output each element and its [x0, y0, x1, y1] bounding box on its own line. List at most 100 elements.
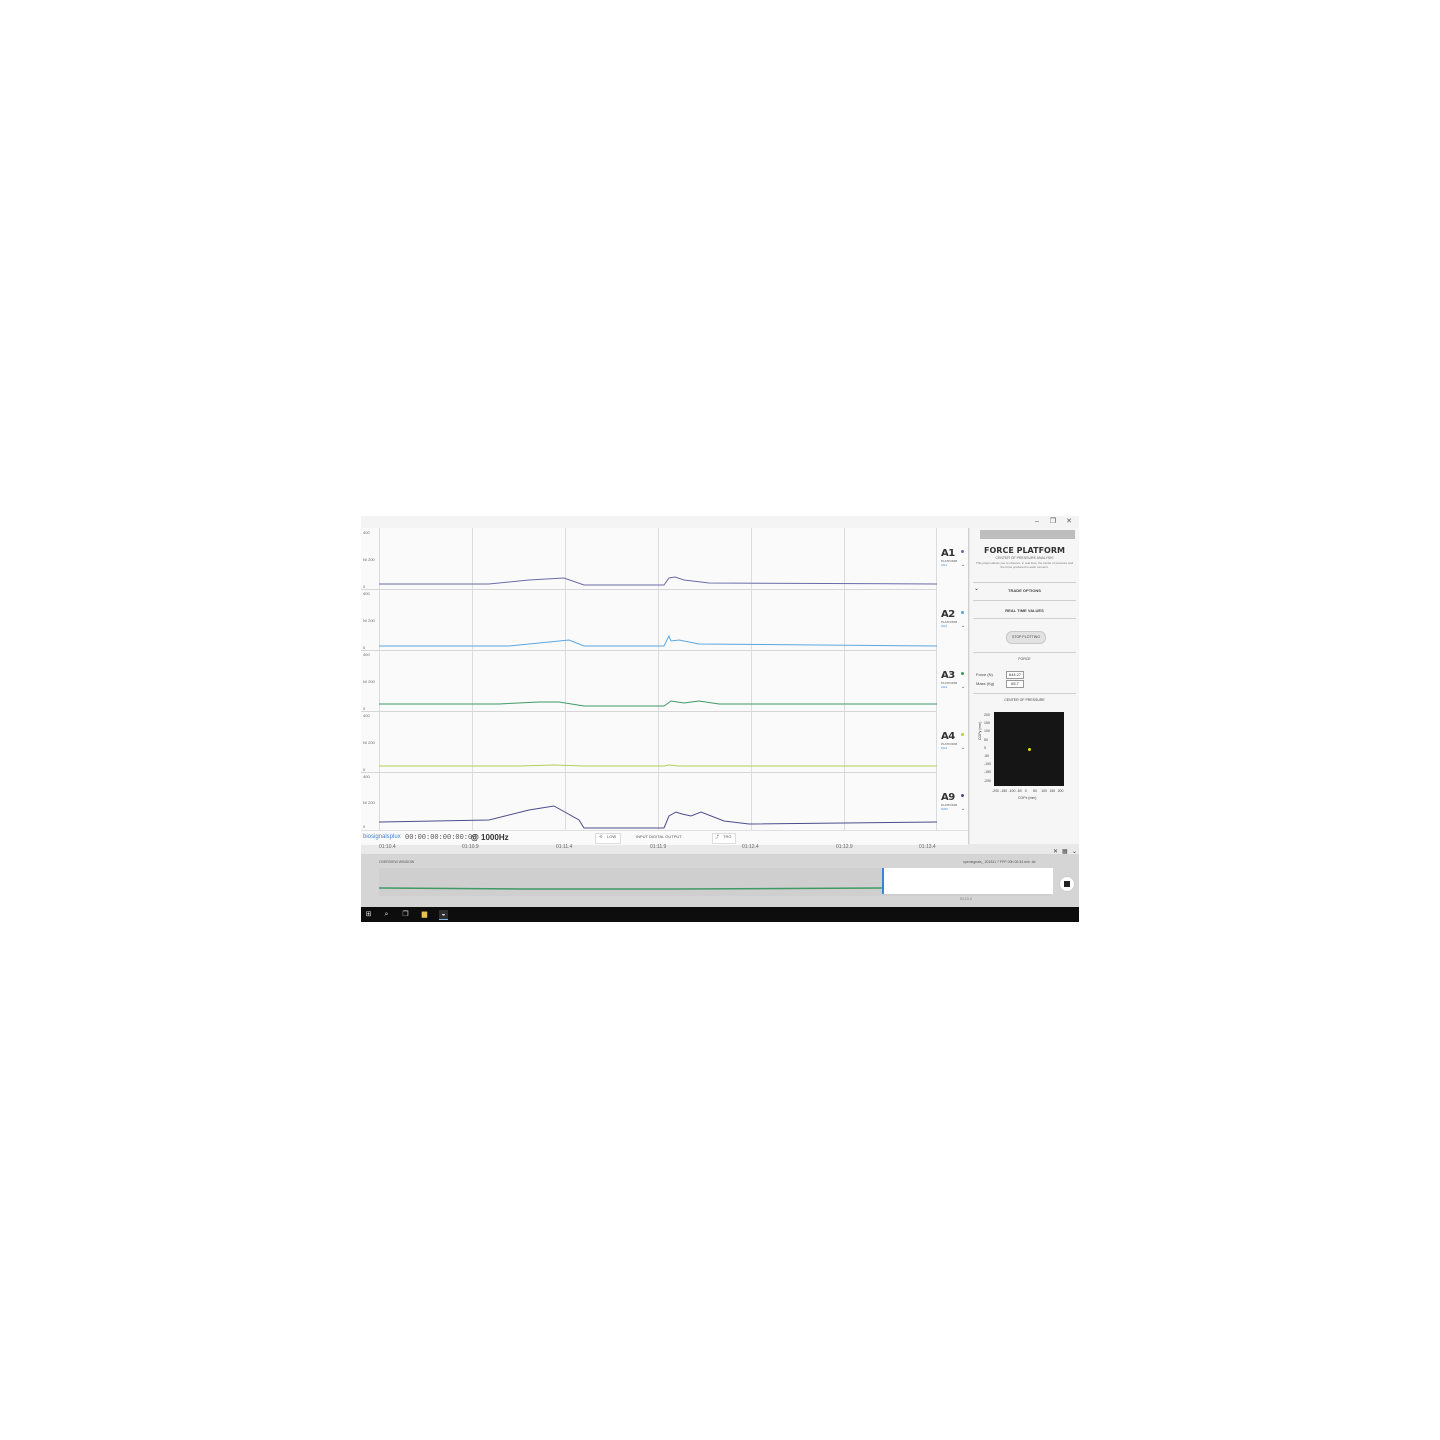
cop-y-axis-label: COPy (mm) [978, 721, 982, 740]
channel-a2-trace [379, 634, 938, 647]
y-label-max: 400 [363, 530, 370, 535]
windows-icon[interactable]: ⊞ [364, 910, 373, 919]
app-logo: biosignalsplux [363, 834, 401, 840]
loop-icon: ⟲ [599, 834, 603, 839]
cop-y-tick: -200 [984, 778, 992, 783]
time-tick: 01:13.4 [919, 844, 936, 850]
cop-point [1027, 747, 1031, 751]
time-tick: 01:10.4 [379, 844, 396, 850]
force-label: Force (N) [976, 672, 993, 677]
y-label-zero: 0 [363, 824, 366, 829]
trade-options-toggle[interactable]: TRADE OPTIONS [970, 588, 1079, 593]
recording-clock: 00:00:00:00:00:00 [405, 834, 477, 842]
overview-window[interactable]: ✕ ▦ ⌄ OVERVIEW WINDOW opensignals_ 20181… [361, 849, 1079, 907]
app-window: – ❐ ✕ 400 N/ 200 0 A1 PLATFORM CH1 ⌄ 400… [361, 516, 1079, 922]
cop-y-tick: -100 [984, 762, 992, 767]
record-stop-button[interactable] [1059, 876, 1075, 892]
panel-subtitle: CENTER OF PRESSURE ANALYSIS [995, 556, 1054, 560]
channel-a3-trace [379, 700, 937, 707]
stop-plotting-button[interactable]: STOP PLOTTING [1006, 631, 1046, 644]
channel-color-icon [961, 611, 964, 614]
cop-x-tick: -200 [992, 789, 1000, 793]
search-icon[interactable]: ⌕ [382, 910, 391, 919]
force-section-title: FORCE [1018, 657, 1031, 661]
y-label-max: 400 [363, 713, 370, 718]
cop-section-title: CENTER OF PRESSURE [1004, 698, 1045, 702]
y-label-max: 400 [363, 774, 370, 779]
y-label-unit: N/ 200 [363, 800, 375, 805]
real-time-values-header[interactable]: REAL TIME VALUES [970, 608, 1079, 613]
title-bar: – ❐ ✕ [361, 516, 1079, 528]
close-icon[interactable]: ✕ [1053, 848, 1058, 855]
channel-a3-label[interactable]: A3 PLATFORM CH3 ⌄ [941, 670, 967, 690]
chevron-down-icon[interactable]: ⌄ [961, 562, 965, 568]
force-value: 644.27 [1006, 671, 1024, 679]
time-axis: 01:10.4 01:10.9 01:11.4 01:11.9 01:12.4 … [361, 844, 968, 854]
taskbar: ⊞ ⌕ ❐ ▆ ◒ [361, 907, 1079, 922]
cop-x-axis-label: COPx (mm) [1018, 796, 1037, 800]
cop-x-tick: 200 [1057, 789, 1064, 793]
recording-filename: opensignals_ 201811 7 FPP 00h 00.34 min … [963, 860, 1036, 864]
channel-a4-trace [379, 764, 937, 767]
explorer-icon[interactable]: ▆ [420, 910, 429, 919]
channel-color-icon [961, 794, 964, 797]
channel-a1-label[interactable]: A1 PLATFORM CH1 ⌄ [941, 548, 967, 568]
trigger-icon: ⤴ [715, 834, 719, 839]
y-label-zero: 0 [363, 645, 366, 650]
cop-x-tick: 0 [1024, 789, 1027, 793]
signal-plot-area[interactable]: 400 N/ 200 0 A1 PLATFORM CH1 ⌄ 400 N/ 20… [361, 528, 969, 845]
y-label-zero: 0 [363, 767, 366, 772]
sampling-rate: @ 1000Hz [471, 833, 509, 842]
cop-y-tick: -50 [984, 754, 990, 758]
cop-x-tick: 150 [1049, 789, 1056, 793]
channel-a9-label[interactable]: A9 PLATFORM SUM ⌄ [941, 792, 967, 812]
time-tick: 01:10.9 [462, 844, 479, 850]
cop-y-tick: 150 [984, 721, 990, 726]
cop-x-tick: 100 [1041, 789, 1048, 793]
chevron-down-icon[interactable]: ⌄ [961, 806, 965, 812]
grid-icon[interactable]: ▦ [1062, 848, 1068, 855]
time-tick: 01:11.4 [556, 844, 573, 850]
panel-tab-bar[interactable] [980, 530, 1075, 539]
minimize-button[interactable]: – [1029, 516, 1045, 528]
cop-y-tick: 200 [984, 713, 990, 717]
cop-y-tick: 0 [984, 745, 986, 750]
y-label-zero: 0 [363, 584, 366, 589]
center-of-pressure-plot [994, 712, 1064, 786]
mass-label: Mass (Kg) [976, 681, 995, 686]
channel-a4-label[interactable]: A4 PLATFORM CH4 ⌄ [941, 731, 967, 751]
opensignals-icon[interactable]: ◒ [439, 910, 448, 920]
taskview-icon[interactable]: ❐ [401, 910, 410, 919]
cop-y-tick: -150 [984, 770, 992, 775]
cop-x-tick: -100 [1008, 789, 1016, 793]
cop-y-tick: 100 [984, 729, 990, 734]
y-label-zero: 0 [363, 706, 366, 711]
chevron-down-icon[interactable]: ⌄ [961, 745, 965, 751]
channel-a9-trace [378, 805, 938, 829]
time-tick: 01:12.4 [742, 844, 759, 850]
maximize-button[interactable]: ❐ [1045, 516, 1061, 528]
channel-color-icon [961, 733, 964, 736]
panel-title: FORCE PLATFORM [984, 546, 1065, 555]
force-platform-panel: FORCE PLATFORM CENTER OF PRESSURE ANALYS… [970, 528, 1079, 844]
trigger-label: TRG [723, 834, 732, 839]
y-label-unit: N/ 200 [363, 740, 375, 745]
cop-y-tick: 50 [984, 737, 988, 742]
y-label-unit: N/ 200 [363, 618, 375, 623]
cop-x-tick: 50 [1033, 789, 1037, 793]
overview-selection-window[interactable] [882, 868, 1053, 894]
chevron-down-icon[interactable]: ⌄ [1072, 848, 1077, 855]
digital-io-label[interactable]: INPUT DIGITAL OUTPUT [636, 834, 682, 839]
y-label-unit: N/ 200 [363, 557, 375, 562]
channel-a1-trace [379, 576, 938, 586]
cop-x-tick: -150 [1000, 789, 1008, 793]
overview-label: OVERVIEW WINDOW [379, 860, 415, 864]
channel-color-icon [961, 672, 964, 675]
y-label-unit: N/ 200 [363, 679, 375, 684]
channel-a2-label[interactable]: A2 PLATFORM CH2 ⌄ [941, 609, 967, 629]
loop-label: LOW [607, 834, 617, 839]
chevron-down-icon[interactable]: ⌄ [961, 623, 965, 629]
status-bar: biosignalsplux 00:00:00:00:00:00 @ 1000H… [361, 830, 968, 845]
chevron-down-icon[interactable]: ⌄ [961, 684, 965, 690]
close-button[interactable]: ✕ [1061, 516, 1077, 528]
